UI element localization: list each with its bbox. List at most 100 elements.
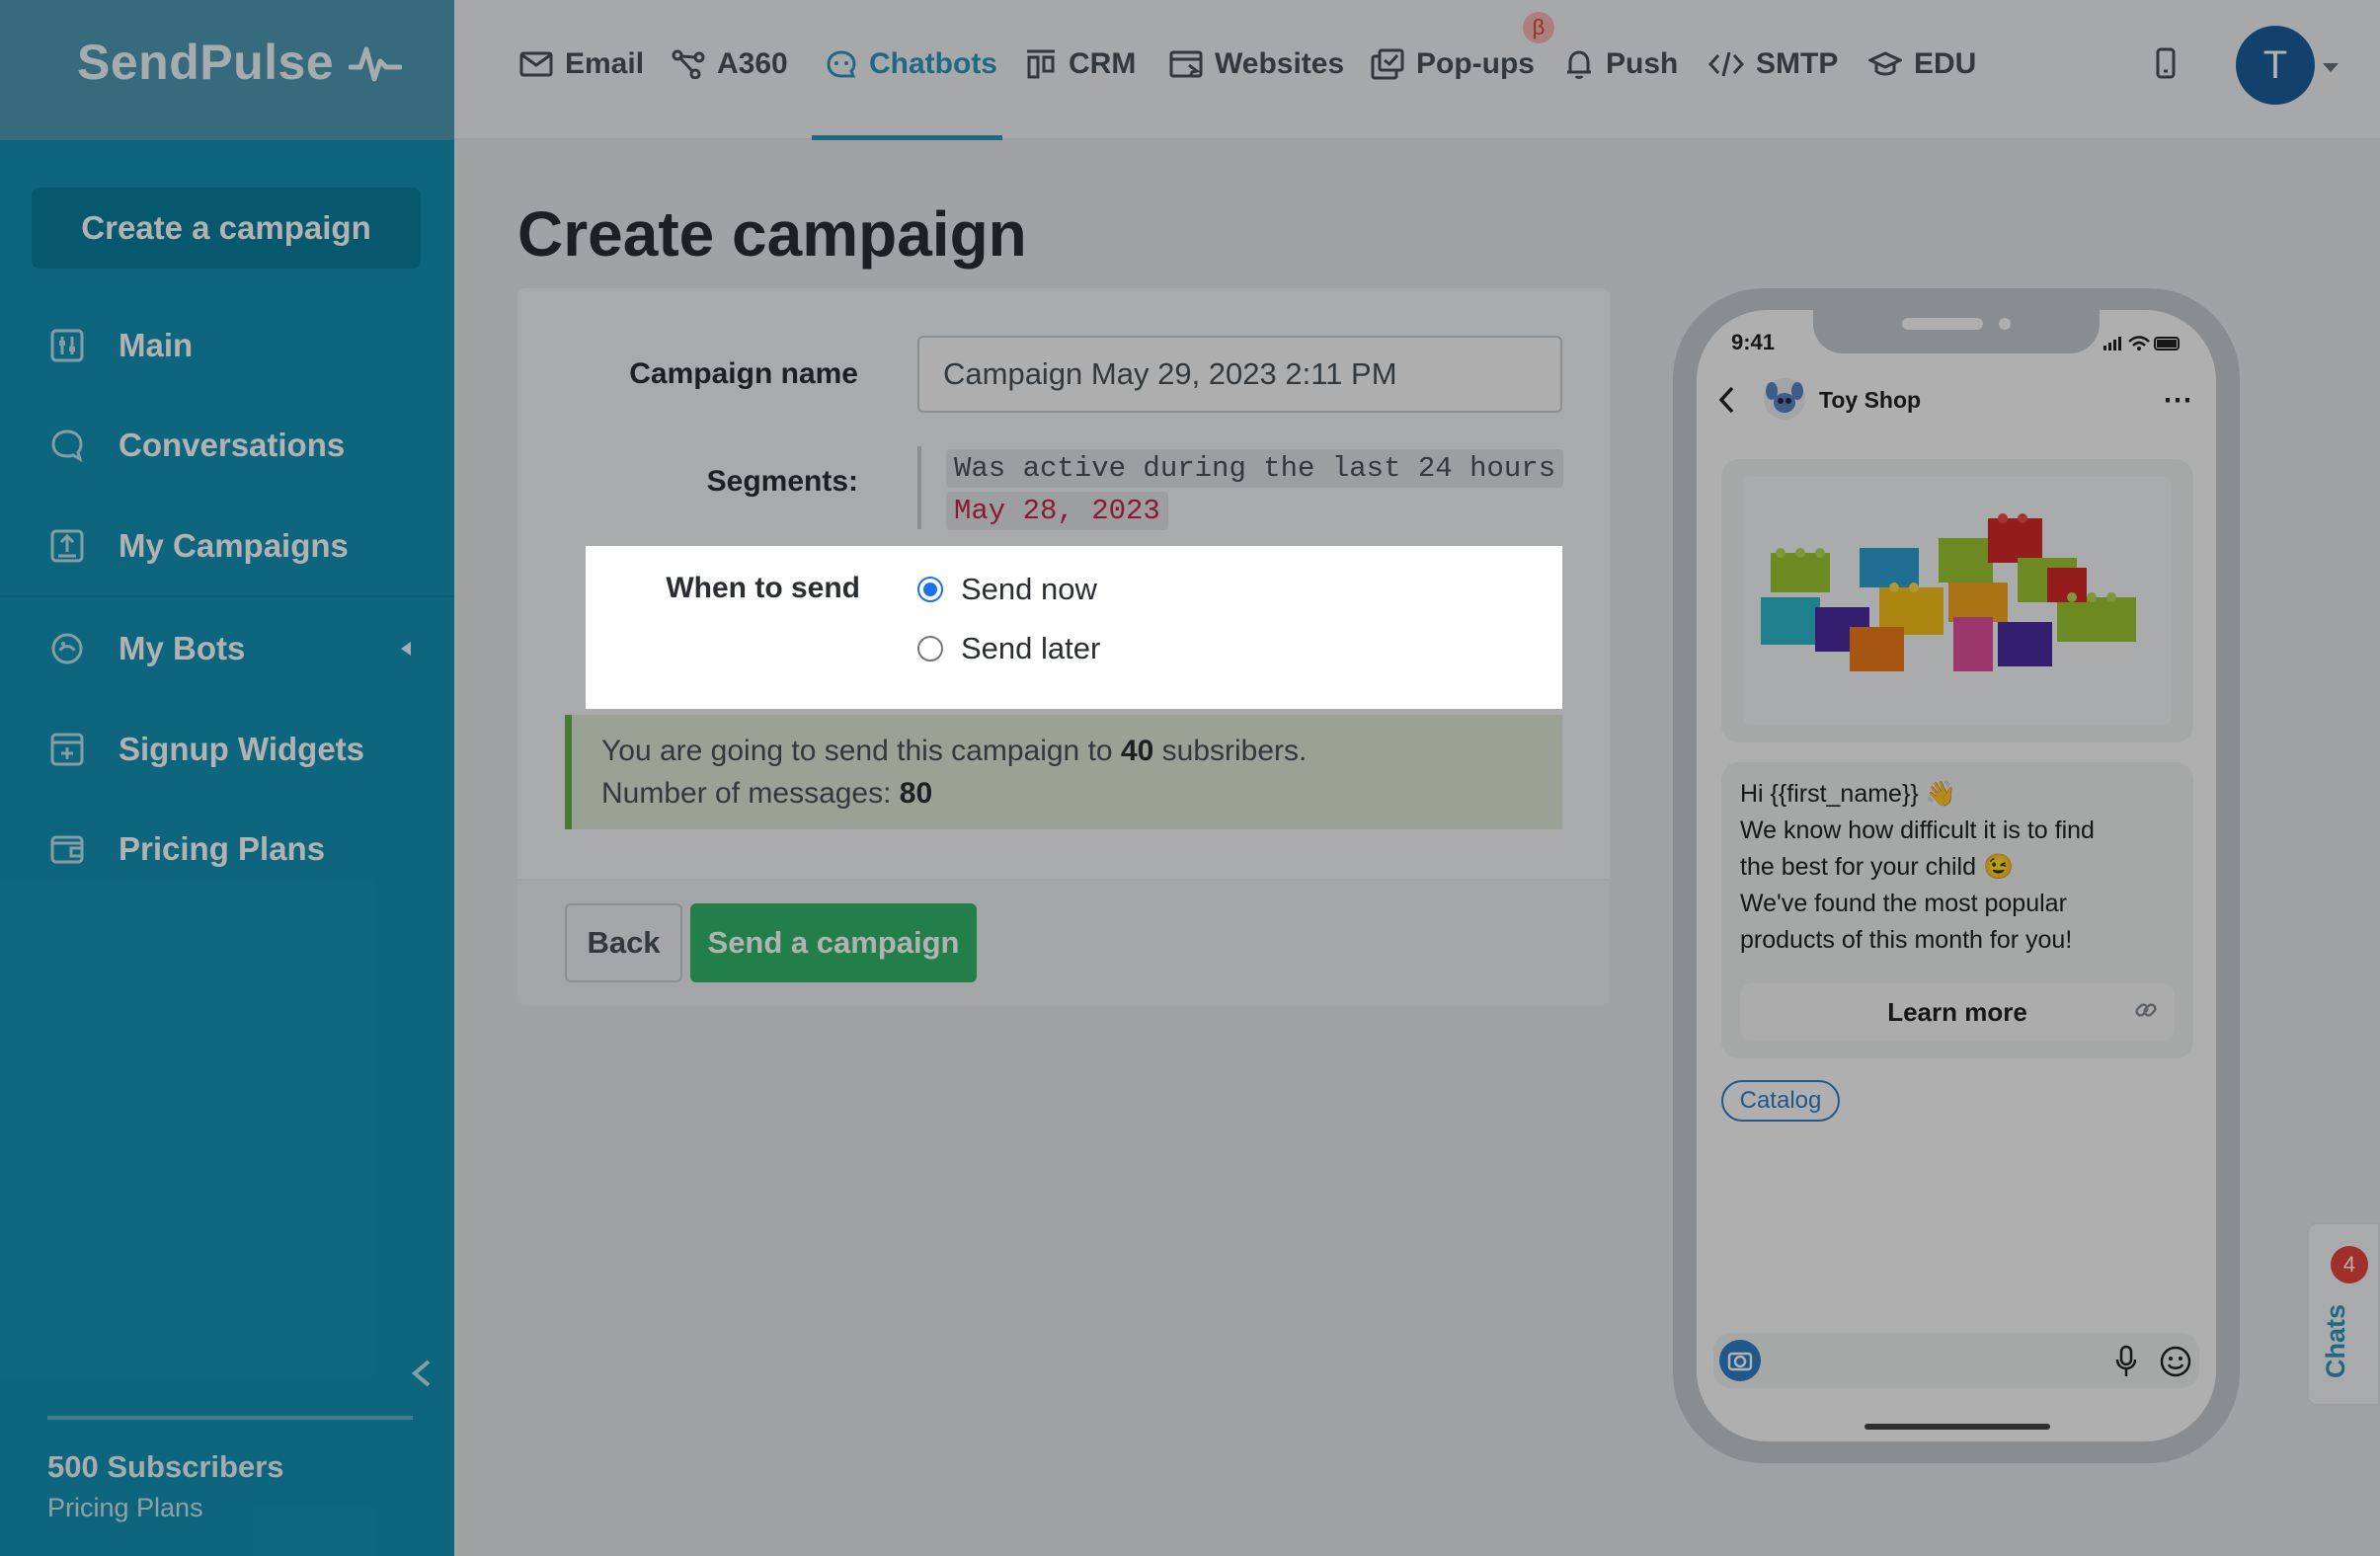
toy-bricks-image — [1743, 477, 2172, 725]
bell-icon — [1567, 50, 1591, 79]
campaign-name-label: Campaign name — [629, 357, 858, 390]
summary-text: You are going to send this campaign to — [601, 735, 1113, 767]
logo[interactable]: SendPulse — [77, 34, 403, 91]
product-image-card — [1721, 459, 2193, 742]
tab-label: EDU — [1914, 47, 1977, 80]
send-summary-alert: You are going to send this campaign to 4… — [565, 715, 1562, 829]
tab-label: Websites — [1215, 47, 1345, 80]
mobile-preview-icon[interactable] — [2155, 47, 2177, 79]
summary-suffix: subsribers. — [1161, 735, 1308, 767]
upload-icon — [50, 529, 84, 563]
segments-label: Segments: — [706, 465, 858, 498]
back-arrow-icon[interactable] — [1716, 385, 1738, 415]
sidebar: SendPulse Create a campaign Main Convers… — [0, 0, 454, 1556]
tab-label: Email — [565, 47, 645, 80]
widget-icon — [50, 733, 84, 766]
send-now-option[interactable]: Send now — [917, 572, 1097, 607]
sidebar-item-label: My Bots — [119, 630, 246, 666]
sidebar-item-label: My Campaigns — [119, 527, 349, 564]
tab-label: CRM — [1069, 47, 1137, 80]
recipients-summary: You are going to send this campaign to 4… — [601, 735, 1307, 768]
active-tab-indicator — [812, 135, 1002, 140]
chats-unread-badge: 4 — [2331, 1246, 2368, 1284]
sidebar-item-main[interactable]: Main — [0, 296, 454, 395]
logo-area: SendPulse — [0, 0, 454, 140]
sidebar-item-label: Main — [119, 327, 194, 363]
learn-more-button[interactable]: Learn more — [1740, 983, 2175, 1041]
page-title: Create campaign — [517, 198, 1027, 270]
tab-websites[interactable]: Websites — [1169, 39, 1344, 89]
recipients-count: 40 — [1120, 735, 1154, 767]
phone-camera — [1999, 318, 2011, 330]
segment-tag: Was active during the last 24 hours — [946, 449, 1564, 488]
send-campaign-button[interactable]: Send a campaign — [690, 903, 977, 982]
tab-label: Chatbots — [869, 47, 997, 80]
phone-time: 9:41 — [1731, 330, 1776, 354]
tab-edu[interactable]: EDU — [1868, 39, 1976, 89]
phone-notch — [1813, 310, 2100, 353]
message-line: We've found the most popular — [1740, 890, 2067, 917]
tab-email[interactable]: Email — [519, 39, 644, 89]
back-button[interactable]: Back — [565, 903, 682, 982]
tab-chatbots[interactable]: Chatbots — [826, 39, 997, 89]
chatbot-icon — [827, 50, 856, 78]
send-later-label: Send later — [961, 631, 1101, 665]
campaign-name-input[interactable] — [917, 336, 1562, 413]
sidebar-item-conversations[interactable]: Conversations — [0, 396, 454, 495]
envelope-icon — [519, 51, 553, 77]
emoji-icon — [2160, 1346, 2191, 1377]
sidebar-item-label: Conversations — [119, 427, 346, 463]
learn-more-label: Learn more — [1887, 996, 2027, 1027]
segments-border — [917, 446, 921, 529]
chats-label: Chats — [2321, 1303, 2350, 1378]
tab-push[interactable]: Push — [1564, 39, 1678, 89]
browser-icon — [1169, 50, 1203, 78]
tab-label: Pop-ups — [1416, 47, 1535, 80]
catalog-quick-reply[interactable]: Catalog — [1721, 1080, 1840, 1122]
send-later-radio[interactable] — [917, 636, 943, 661]
wallet-icon — [50, 835, 84, 864]
tab-smtp[interactable]: SMTP — [1708, 39, 1838, 89]
link-icon — [2135, 1003, 2157, 1017]
sidebar-item-label: Pricing Plans — [119, 830, 326, 867]
pulse-icon — [348, 46, 403, 82]
create-campaign-button[interactable]: Create a campaign — [32, 188, 421, 269]
messages-summary: Number of messages: 80 — [601, 777, 932, 811]
nodes-icon — [672, 49, 705, 79]
send-now-radio[interactable] — [917, 577, 943, 602]
when-to-send-section: When to send Send now Send later — [586, 546, 1562, 709]
phone-home-indicator — [1864, 1424, 2050, 1430]
pricing-plans-link[interactable]: Pricing Plans — [47, 1493, 203, 1523]
microphone-icon — [2115, 1345, 2137, 1376]
sidebar-item-my-campaigns[interactable]: My Campaigns — [0, 497, 454, 595]
tab-popups[interactable]: Pop-ups — [1371, 39, 1535, 89]
logo-text: SendPulse — [77, 35, 335, 90]
tab-label: SMTP — [1756, 47, 1839, 80]
popup-icon — [1371, 48, 1404, 80]
graduation-cap-icon — [1868, 51, 1902, 76]
chat-contact-name: Toy Shop — [1819, 387, 1922, 413]
beta-badge: β — [1523, 12, 1554, 43]
avatar[interactable]: T — [2236, 26, 2315, 105]
when-to-send-label: When to send — [666, 572, 860, 604]
message-line: We know how difficult it is to find — [1740, 817, 2095, 844]
tab-label: Push — [1606, 47, 1679, 80]
send-later-option[interactable]: Send later — [917, 631, 1100, 666]
collapse-sidebar-icon[interactable] — [409, 1359, 435, 1388]
sidebar-item-pricing-plans[interactable]: Pricing Plans — [0, 800, 454, 898]
dashboard-icon — [50, 329, 84, 362]
segment-date-tag: May 28, 2023 — [946, 492, 1168, 530]
sidebar-item-signup-widgets[interactable]: Signup Widgets — [0, 700, 454, 799]
phone-speaker — [1902, 318, 1983, 330]
chevron-down-icon[interactable] — [2323, 63, 2339, 72]
tab-a360[interactable]: A360 — [672, 39, 788, 89]
code-icon — [1708, 51, 1744, 77]
messages-text: Number of messages: — [601, 777, 892, 810]
more-options-icon[interactable]: ⋯ — [2163, 383, 2193, 418]
chat-bubble-icon — [51, 429, 83, 463]
sidebar-item-my-bots[interactable]: My Bots — [0, 599, 454, 698]
toy-shop-avatar-icon — [1764, 378, 1805, 420]
messages-count: 80 — [899, 777, 933, 810]
tab-crm[interactable]: CRM — [1025, 39, 1136, 89]
sidebar-divider — [0, 595, 454, 597]
